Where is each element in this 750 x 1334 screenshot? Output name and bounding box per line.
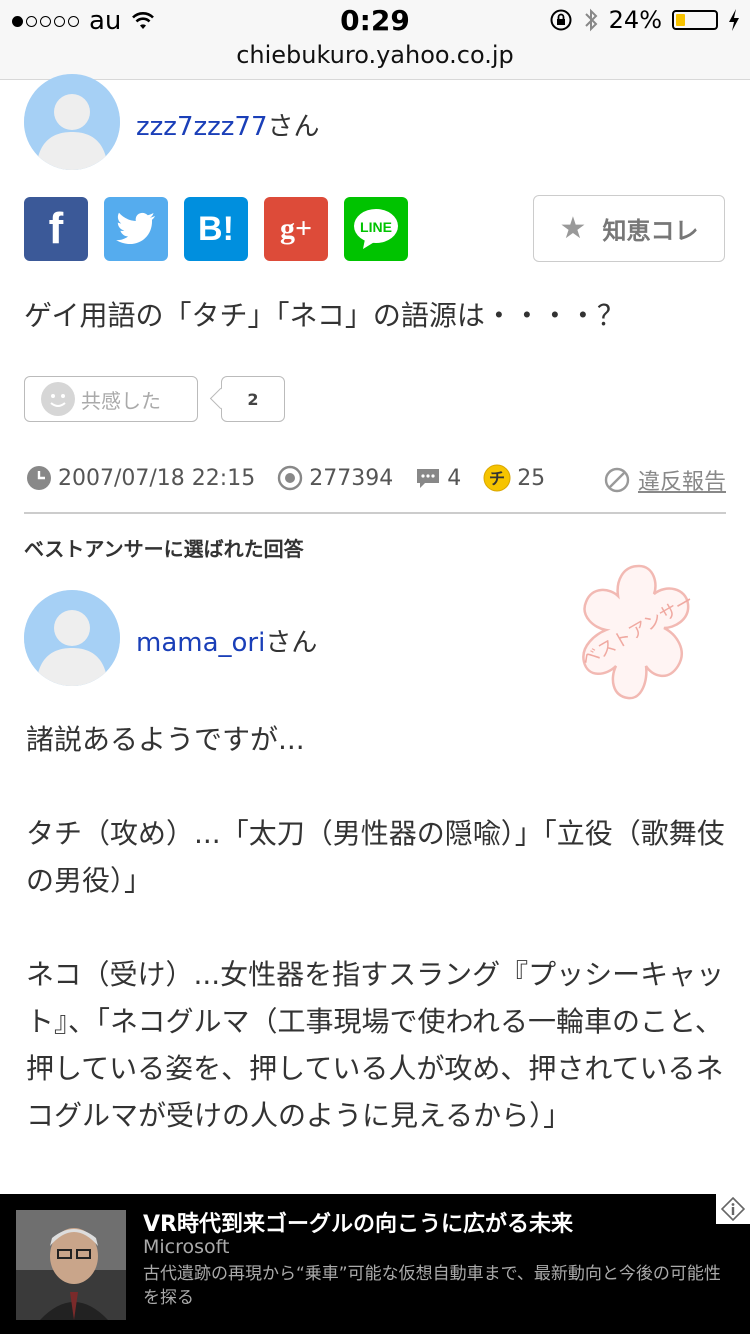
clock-icon bbox=[27, 466, 51, 490]
chie-kore-label: 知恵コレ bbox=[602, 217, 699, 245]
question-author-avatar[interactable] bbox=[24, 74, 120, 170]
hatena-bookmark-button[interactable]: B! bbox=[184, 197, 248, 261]
post-date: 2007/07/18 22:15 bbox=[58, 465, 256, 491]
coin-count: 25 bbox=[517, 465, 546, 491]
question-text: ゲイ用語の「タチ」「ネコ」の語源は・・・・？ bbox=[24, 299, 625, 332]
report-link[interactable]: 違反報告 bbox=[604, 464, 726, 496]
bluetooth-icon bbox=[584, 8, 598, 32]
facebook-icon: f bbox=[48, 204, 64, 253]
chie-kore-button[interactable]: ★ 知恵コレ bbox=[533, 195, 725, 262]
best-answer-stamp-icon: ベストアンサー bbox=[578, 564, 697, 700]
prohibited-icon bbox=[604, 467, 630, 493]
answer-body: 諸説あるようですが... タチ（攻め）...「太刀（男性器の隠喩）」「立役（歌舞… bbox=[26, 716, 726, 1139]
ad-thumbnail bbox=[16, 1210, 126, 1320]
rotation-lock-icon bbox=[550, 9, 572, 31]
battery-icon bbox=[672, 10, 718, 30]
url-domain: chiebukuro.yahoo.co.jp bbox=[236, 41, 514, 69]
twitter-bird-icon bbox=[116, 212, 155, 245]
answer-author-name: mama_oriさん bbox=[136, 628, 318, 658]
status-bar: au 0:29 24% bbox=[0, 0, 750, 40]
answer-paragraph: 諸説あるようですが... bbox=[26, 723, 305, 756]
share-buttons: f B! g+ LINE bbox=[24, 197, 408, 261]
line-share-button[interactable]: LINE bbox=[344, 197, 408, 261]
svg-text:LINE: LINE bbox=[360, 219, 392, 235]
divider bbox=[24, 512, 726, 514]
eye-icon bbox=[278, 465, 303, 491]
comment-icon bbox=[417, 469, 440, 488]
default-user-icon bbox=[24, 590, 120, 686]
answer-author-avatar[interactable] bbox=[24, 590, 120, 686]
view-count: 277394 bbox=[309, 465, 394, 491]
answer-count: 4 bbox=[447, 465, 462, 491]
question-meta: 2007/07/18 22:15 277394 4 チ 25 bbox=[26, 464, 545, 492]
question-author-link[interactable]: zzz7zzz77 bbox=[136, 112, 268, 142]
coin-icon: チ bbox=[483, 464, 511, 492]
empathy-button[interactable]: 共感した bbox=[24, 376, 198, 422]
answer-paragraph: タチ（攻め）...「太刀（男性器の隠喩）」「立役（歌舞伎の男役）」 bbox=[26, 817, 725, 897]
ad-sponsor: Microsoft bbox=[143, 1236, 230, 1258]
googleplus-icon: g+ bbox=[279, 212, 313, 245]
ad-description: 古代遺跡の再現から“乗車”可能な仮想自動車まで、最新動向と今後の可能性を探る bbox=[143, 1264, 721, 1308]
empathy-label: 共感した bbox=[81, 388, 161, 413]
svg-text:チ: チ bbox=[489, 469, 505, 488]
smiley-icon bbox=[41, 382, 75, 416]
answer-author-link[interactable]: mama_ori bbox=[136, 628, 265, 658]
line-icon: LINE bbox=[354, 209, 398, 249]
empathy-count: 2 bbox=[221, 376, 285, 422]
ad-title[interactable]: VR時代到来ゴーグルの向こうに広がる未来 bbox=[143, 1206, 573, 1238]
star-icon: ★ bbox=[559, 211, 587, 246]
answer-paragraph: ネコ（受け）...女性器を指すスラング『プッシーキャット』、「ネコグルマ（工事現… bbox=[26, 958, 725, 1132]
twitter-share-button[interactable] bbox=[104, 197, 168, 261]
hatena-icon: B! bbox=[198, 209, 234, 248]
charging-icon bbox=[729, 9, 739, 31]
googleplus-share-button[interactable]: g+ bbox=[264, 197, 328, 261]
battery-percent: 24% bbox=[608, 6, 662, 34]
report-label: 違反報告 bbox=[637, 470, 726, 495]
question-author-name: zzz7zzz77さん bbox=[136, 112, 320, 142]
url-bar[interactable]: chiebukuro.yahoo.co.jp bbox=[0, 40, 750, 80]
default-user-icon bbox=[24, 74, 120, 170]
best-answer-heading: ベストアンサーに選ばれた回答 bbox=[24, 537, 304, 561]
ad-banner[interactable]: VR時代到来ゴーグルの向こうに広がる未来 Microsoft 古代遺跡の再現から… bbox=[0, 1194, 750, 1334]
facebook-share-button[interactable]: f bbox=[24, 197, 88, 261]
ad-info-icon[interactable] bbox=[716, 1194, 750, 1224]
